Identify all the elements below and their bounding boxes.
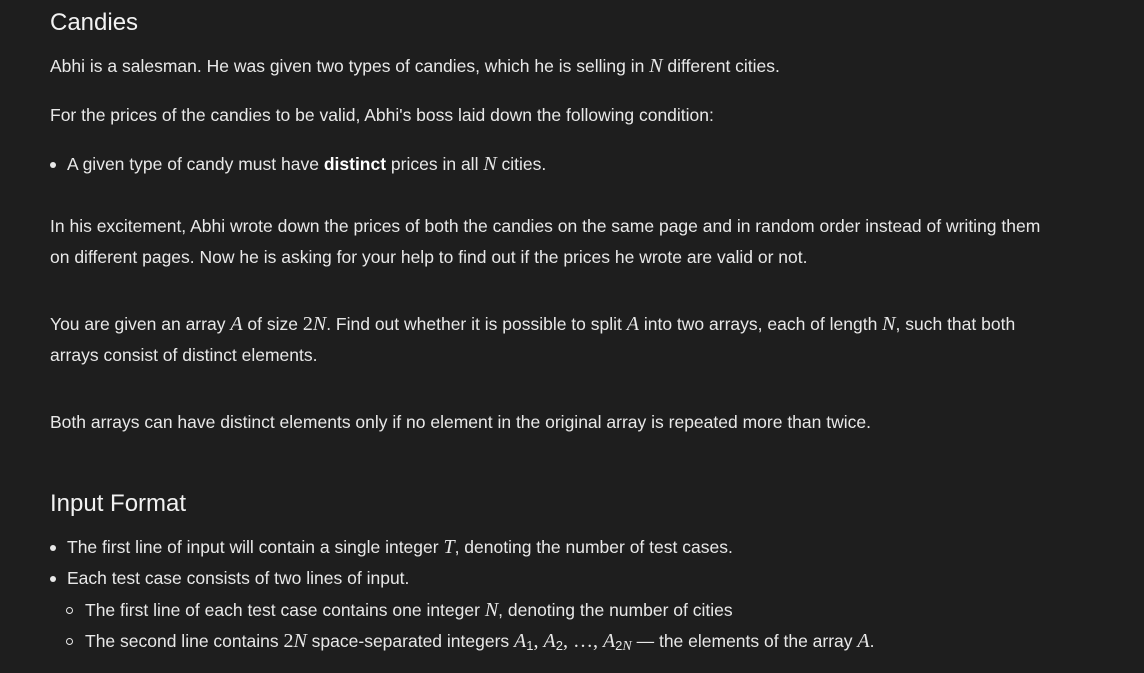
text: different cities. (662, 56, 780, 76)
math-var: A (543, 630, 556, 652)
comma: , (533, 630, 544, 652)
math-ellipsis: , …, (562, 630, 603, 652)
bullet-icon (50, 545, 56, 551)
condition-bullet: A given type of candy must have distinct… (50, 149, 547, 180)
intro-paragraph-5: Both arrays can have distinct elements o… (50, 412, 871, 432)
math-var: N (293, 630, 307, 652)
math-var: N (483, 153, 497, 175)
text: The first line of input will contain a s… (67, 537, 444, 557)
intro-paragraph-2: For the prices of the candies to be vali… (50, 105, 714, 125)
text: , denoting the number of cities (498, 600, 733, 620)
math-var: N (649, 55, 663, 77)
math-num: 2 (302, 313, 313, 335)
intro-paragraph-4-line-2: arrays consist of distinct elements. (50, 345, 318, 365)
text: — the elements of the array (631, 631, 858, 651)
math-var: A (514, 630, 527, 652)
text: of size (242, 314, 303, 334)
text: . Find out whether it is possible to spl… (326, 314, 627, 334)
text: Each test case consists of two lines of … (67, 568, 410, 588)
text: space-separated integers (306, 631, 515, 651)
math-var: N (312, 313, 327, 335)
bold-text: distinct (323, 154, 387, 174)
text: , such that both (895, 314, 1016, 334)
math-var: A (626, 313, 639, 335)
math-var: A (230, 313, 243, 335)
math-var: N (622, 639, 632, 654)
text: The second line contains (85, 631, 284, 651)
page-title: Candies (50, 9, 139, 36)
input-format-item-1: The first line of input will contain a s… (50, 532, 733, 563)
text: into two arrays, each of length (638, 314, 883, 334)
text: prices in all (386, 154, 484, 174)
intro-paragraph-3-line-2: on different pages. Now he is asking for… (50, 247, 808, 267)
intro-paragraph-3-line-1: In his excitement, Abhi wrote down the p… (50, 216, 1041, 236)
math-var: T (443, 536, 455, 558)
text: . (869, 631, 875, 651)
text: Abhi is a salesman. He was given two typ… (50, 56, 650, 76)
math-var: A (857, 630, 870, 652)
bullet-icon (50, 576, 56, 582)
math-var: N (484, 599, 499, 621)
text: , denoting the number of test cases. (454, 537, 733, 557)
text: You are given an array (50, 314, 231, 334)
bullet-icon (50, 162, 56, 168)
math-num: 2 (283, 630, 294, 652)
input-format-subitem-2: The second line contains 2N space-separa… (66, 626, 875, 657)
intro-paragraph-1: Abhi is a salesman. He was given two typ… (50, 51, 780, 82)
math-var: A (602, 630, 616, 652)
text: cities. (496, 154, 547, 174)
input-format-subitem-1: The first line of each test case contain… (66, 595, 733, 626)
input-format-heading: Input Format (50, 490, 187, 517)
intro-paragraph-4-line-1: You are given an array A of size 2N. Fin… (50, 309, 1015, 340)
text: A given type of candy must have (67, 154, 324, 174)
math-subscript: 2N (615, 638, 632, 654)
sub-bullet-icon (66, 638, 73, 645)
math-var: N (882, 313, 896, 335)
text: The first line of each test case contain… (85, 600, 485, 620)
sub-bullet-icon (66, 607, 73, 614)
math-subscript: 2 (555, 638, 563, 653)
input-format-item-2: Each test case consists of two lines of … (50, 563, 410, 594)
